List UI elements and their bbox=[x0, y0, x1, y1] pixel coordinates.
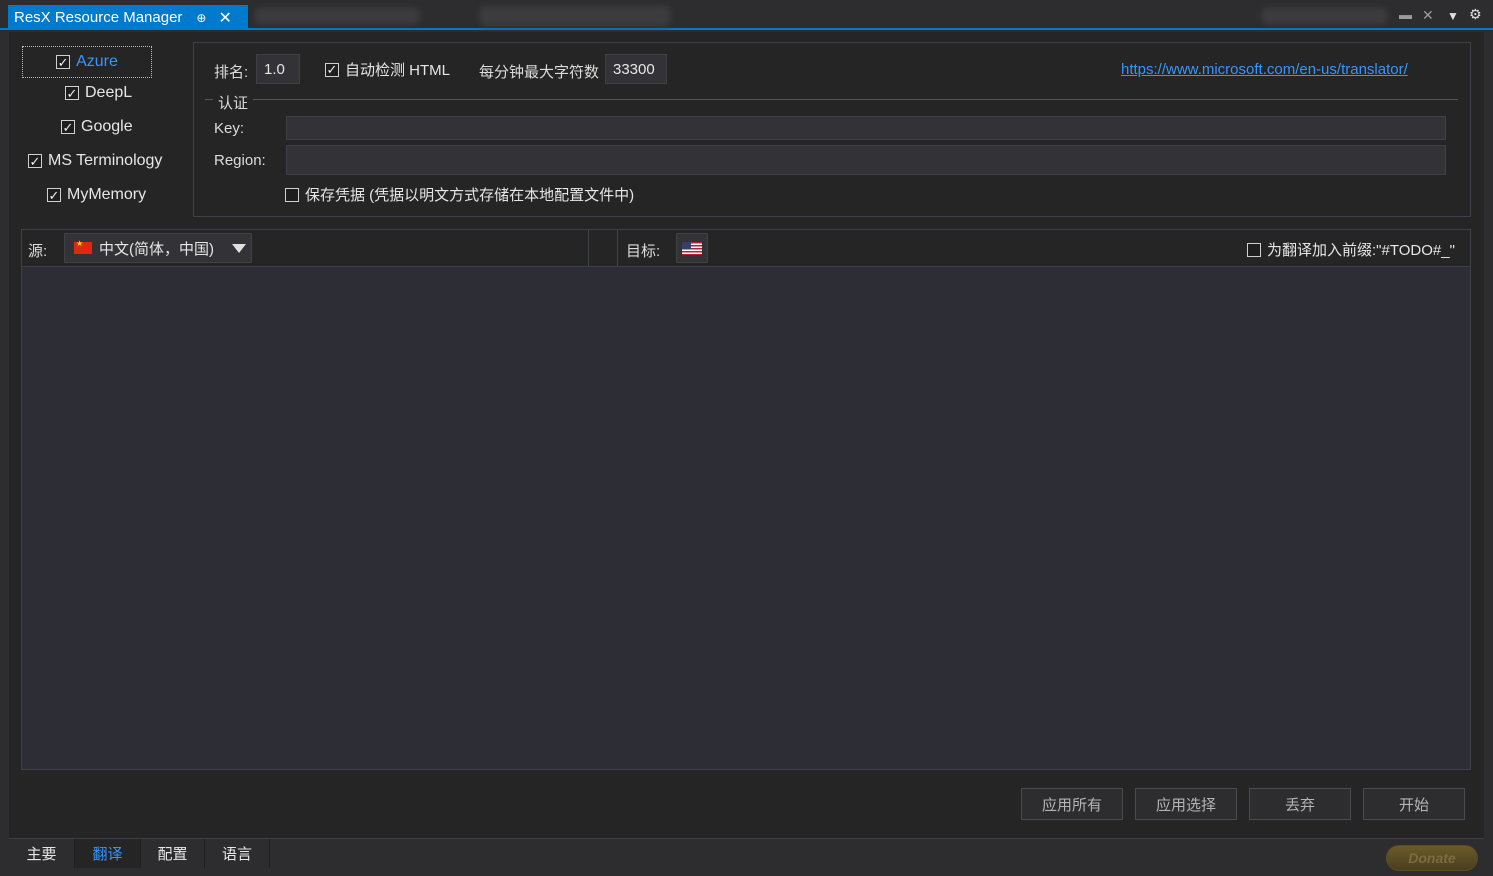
tab-translate[interactable]: 翻译 bbox=[75, 839, 141, 868]
us-flag-icon bbox=[682, 241, 702, 255]
window-restore-icon[interactable]: ▬ bbox=[1399, 7, 1412, 22]
chevron-down-icon bbox=[232, 243, 246, 253]
group-divider bbox=[205, 99, 213, 100]
provider-label: Google bbox=[81, 118, 133, 135]
start-button[interactable]: 开始 bbox=[1363, 788, 1465, 820]
language-divider bbox=[588, 230, 589, 266]
source-label: 源: bbox=[28, 243, 48, 260]
rank-label: 排名: bbox=[214, 64, 249, 81]
checkbox-checked-icon[interactable]: ✓ bbox=[325, 62, 339, 77]
tab-languages[interactable]: 语言 bbox=[205, 839, 270, 868]
tab-configuration[interactable]: 配置 bbox=[141, 839, 205, 868]
max-chars-input[interactable]: 33300 bbox=[605, 54, 667, 84]
language-divider bbox=[617, 230, 618, 266]
checkbox-checked-icon[interactable]: ✓ bbox=[56, 55, 71, 69]
source-language-select[interactable]: 中文(简体，中国) bbox=[64, 233, 252, 263]
checkbox-checked-icon[interactable]: ✓ bbox=[65, 86, 79, 100]
region-label: Region: bbox=[214, 152, 266, 169]
pin-icon[interactable]: ⊕ bbox=[196, 11, 206, 25]
provider-link[interactable]: https://www.microsoft.com/en-us/translat… bbox=[1121, 61, 1408, 78]
provider-label: MS Terminology bbox=[48, 152, 163, 169]
provider-label: DeepL bbox=[85, 84, 133, 101]
redacted-tab bbox=[480, 6, 670, 26]
china-flag-icon bbox=[74, 239, 92, 254]
provider-deepl[interactable]: ✓ DeepL bbox=[65, 84, 132, 102]
provider-label: Azure bbox=[76, 53, 118, 70]
tab-main[interactable]: 主要 bbox=[9, 839, 75, 868]
redacted-tab bbox=[1262, 8, 1387, 24]
checkbox-unchecked-icon[interactable] bbox=[285, 187, 299, 202]
provider-mymemory[interactable]: ✓ MyMemory bbox=[47, 186, 146, 204]
provider-azure[interactable]: ✓ Azure bbox=[22, 46, 152, 78]
group-divider bbox=[253, 99, 1458, 100]
checkbox-checked-icon[interactable]: ✓ bbox=[28, 154, 42, 168]
gear-icon[interactable]: ⚙ bbox=[1469, 6, 1482, 23]
dropdown-icon[interactable]: ▼ bbox=[1447, 9, 1459, 23]
close-icon[interactable]: ✕ bbox=[218, 8, 231, 28]
apply-all-button[interactable]: 应用所有 bbox=[1021, 788, 1123, 820]
auto-detect-html-label: 自动检测 HTML bbox=[345, 62, 451, 79]
auto-detect-html-checkbox[interactable]: ✓ 自动检测 HTML bbox=[325, 59, 450, 80]
prefix-checkbox[interactable]: 为翻译加入前缀:"#TODO#_" bbox=[1247, 239, 1455, 260]
key-label: Key: bbox=[214, 120, 245, 137]
max-chars-label: 每分钟最大字符数 bbox=[479, 64, 600, 81]
redacted-tab bbox=[255, 8, 420, 24]
provider-ms-terminology[interactable]: ✓ MS Terminology bbox=[28, 152, 162, 170]
window-close-icon[interactable]: ✕ bbox=[1422, 7, 1434, 24]
apply-selected-button[interactable]: 应用选择 bbox=[1135, 788, 1237, 820]
document-tab[interactable]: ResX Resource Manager ⊕ ✕ bbox=[8, 5, 248, 30]
donate-button[interactable]: Donate bbox=[1386, 845, 1478, 871]
target-language-select[interactable] bbox=[676, 233, 708, 263]
prefix-label: 为翻译加入前缀:"#TODO#_" bbox=[1267, 242, 1455, 259]
save-credentials-label: 保存凭据 (凭据以明文方式存储在本地配置文件中) bbox=[305, 187, 635, 204]
document-tab-title: ResX Resource Manager bbox=[14, 9, 183, 26]
checkbox-unchecked-icon[interactable] bbox=[1247, 242, 1261, 257]
translation-grid[interactable] bbox=[21, 267, 1471, 770]
provider-google[interactable]: ✓ Google bbox=[61, 118, 133, 136]
region-input[interactable] bbox=[286, 145, 1446, 175]
target-label: 目标: bbox=[626, 243, 661, 260]
save-credentials-checkbox[interactable]: 保存凭据 (凭据以明文方式存储在本地配置文件中) bbox=[285, 184, 634, 205]
source-language-value: 中文(简体，中国) bbox=[99, 240, 214, 258]
checkbox-checked-icon[interactable]: ✓ bbox=[47, 188, 61, 202]
provider-label: MyMemory bbox=[67, 186, 147, 203]
auth-group-title: 认证 bbox=[218, 95, 249, 112]
checkbox-checked-icon[interactable]: ✓ bbox=[61, 120, 75, 134]
key-input[interactable] bbox=[286, 116, 1446, 140]
rank-input[interactable]: 1.0 bbox=[256, 54, 300, 84]
discard-button[interactable]: 丢弃 bbox=[1249, 788, 1351, 820]
